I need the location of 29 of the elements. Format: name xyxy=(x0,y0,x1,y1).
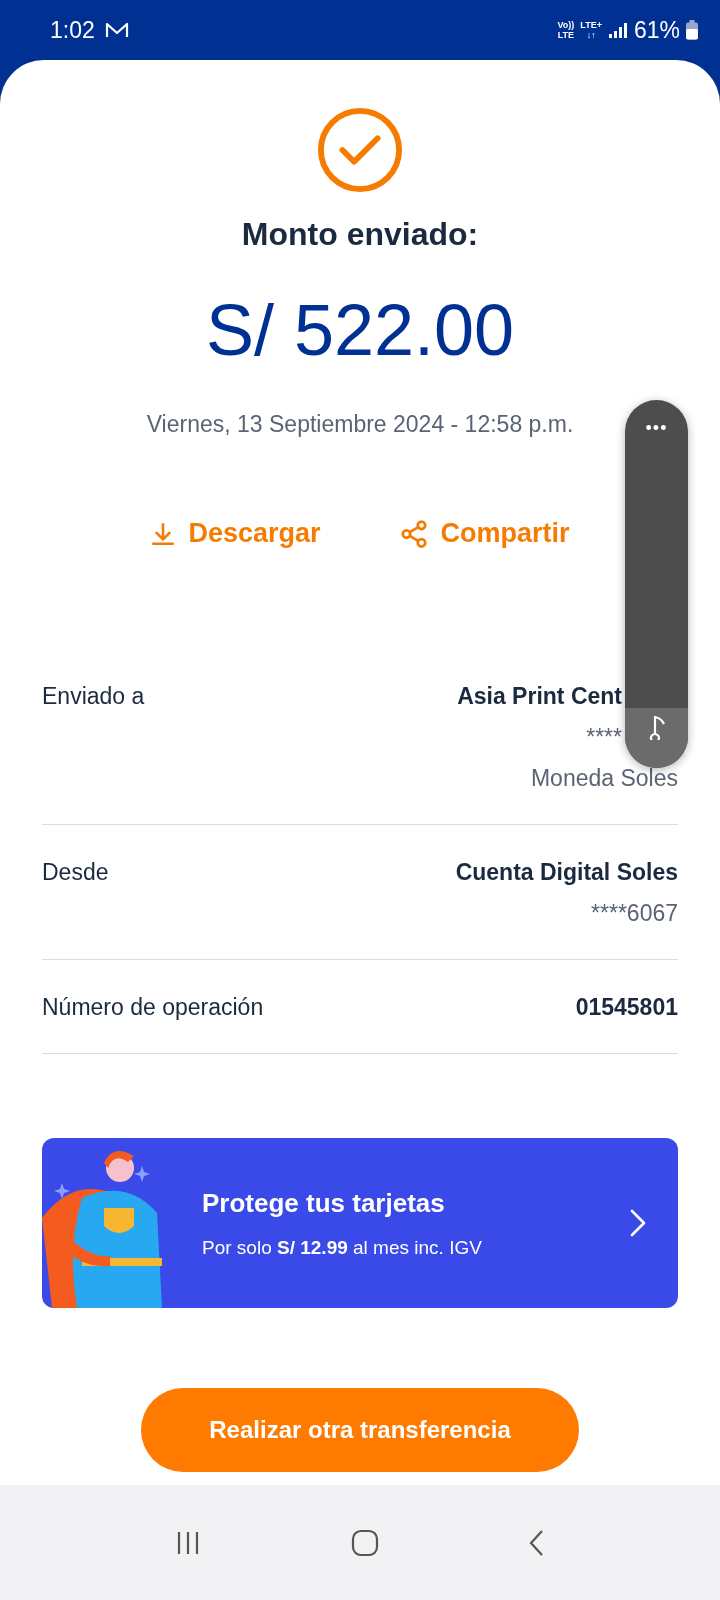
battery-icon xyxy=(686,20,698,40)
detail-value: Cuenta Digital Soles xyxy=(455,859,678,886)
detail-label: Desde xyxy=(42,859,109,887)
detail-value: ****6067 xyxy=(591,900,678,927)
data-label: LTE+ ↓↑ xyxy=(580,20,602,40)
date-time: Viernes, 13 Septiembre 2024 - 12:58 p.m. xyxy=(146,411,574,438)
chevron-right-icon xyxy=(630,1209,646,1237)
download-icon xyxy=(150,520,177,547)
success-check-icon xyxy=(316,106,404,194)
mail-icon xyxy=(104,21,129,39)
detail-label: Enviado a xyxy=(42,683,145,711)
sent-title: Monto enviado: xyxy=(241,216,479,253)
detail-value: Moneda Soles xyxy=(530,765,678,792)
home-icon[interactable] xyxy=(350,1527,380,1558)
detail-value: 01545801 xyxy=(575,994,678,1021)
amount: S/ 522.00 xyxy=(205,289,515,371)
banner-subtitle: Por solo S/ 12.99 al mes inc. IGV xyxy=(202,1236,483,1259)
promo-banner[interactable]: Protege tus tarjetas Por solo S/ 12.99 al mes inc. IGV xyxy=(42,1138,678,1308)
battery-percent: 61% xyxy=(633,16,680,44)
more-menu[interactable]: ••• xyxy=(645,418,668,439)
banner-title: Protege tus tarjetas xyxy=(202,1187,446,1219)
network-label: Vo)) LTE xyxy=(557,20,575,40)
signal-icon xyxy=(607,21,628,39)
detail-label: Número de operación xyxy=(42,994,264,1021)
detail-value: **** xyxy=(586,724,622,751)
share-icon xyxy=(398,518,429,549)
floating-panel[interactable]: ••• xyxy=(625,400,688,768)
detail-value: Asia Print Cent xyxy=(457,683,622,710)
status-time: 1:02 xyxy=(50,16,95,44)
